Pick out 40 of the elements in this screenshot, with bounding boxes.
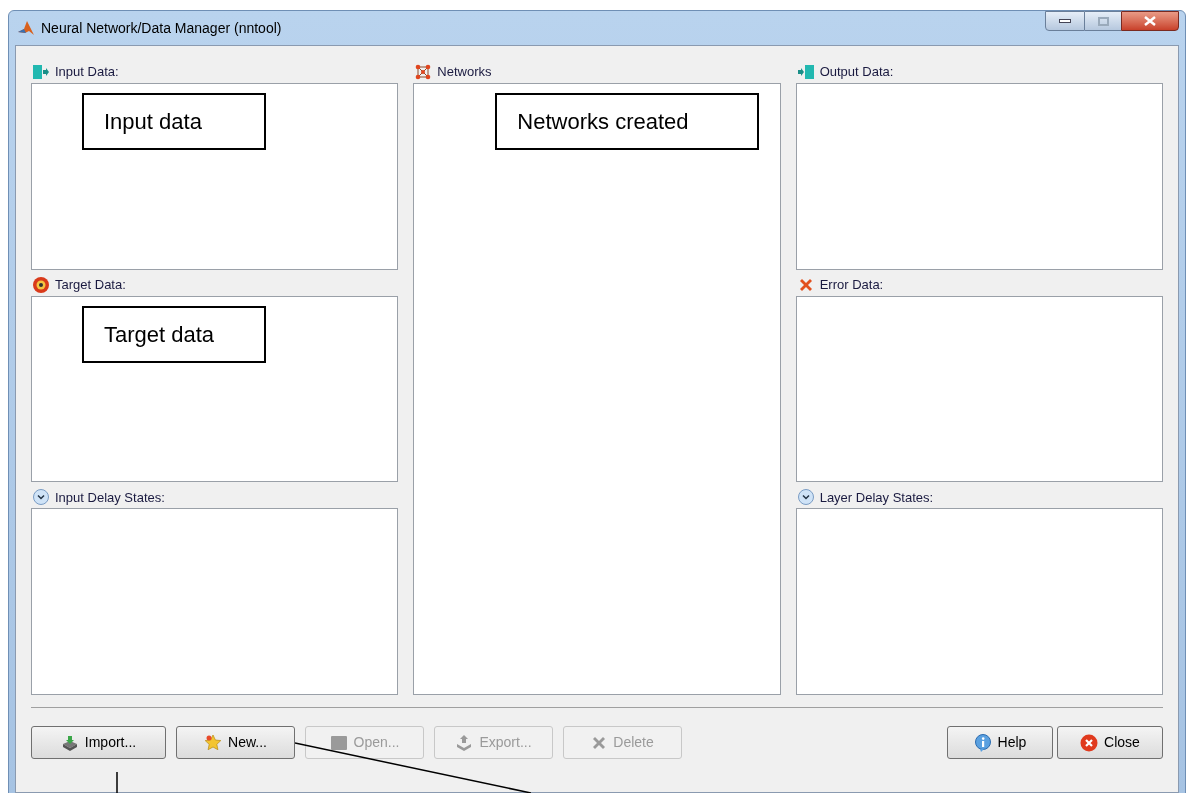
data-list[interactable] <box>795 83 1163 270</box>
leader-line <box>115 772 119 793</box>
panel-label: Input Delay States: <box>55 488 165 507</box>
data-list[interactable] <box>31 508 399 695</box>
panel-label: Output Data: <box>819 63 894 82</box>
callout-note: Input data <box>82 93 266 150</box>
window-title: Neural Network/Data Manager (nntool) <box>41 18 282 38</box>
panel-label: Error Data: <box>819 275 884 294</box>
info-icon <box>973 733 992 752</box>
toolbar-button[interactable]: New... <box>176 726 295 759</box>
data-list[interactable]: Target data <box>31 295 399 483</box>
data-list[interactable]: Input data <box>31 83 399 270</box>
close-button[interactable] <box>1121 11 1179 31</box>
panel-label: Target Data: <box>55 275 126 294</box>
star-icon <box>204 734 223 751</box>
door-arrow-icon <box>797 65 814 79</box>
toolbar-button[interactable]: Help <box>947 726 1053 759</box>
toolbar-button[interactable]: Import... <box>31 726 166 759</box>
close-icon <box>1080 733 1099 752</box>
close-icon <box>1144 16 1156 26</box>
chevron-circle-icon <box>33 489 49 506</box>
box-arrow-icon <box>455 734 474 751</box>
callout-note: Networks created <box>495 93 760 150</box>
data-list[interactable] <box>795 508 1163 695</box>
box-arrow-icon <box>60 734 79 751</box>
panel-label: Layer Delay States: <box>819 488 934 507</box>
chevron-circle-icon <box>797 489 814 506</box>
panel-label: Networks <box>437 63 492 82</box>
toolbar-button[interactable]: Close <box>1057 726 1163 759</box>
data-list[interactable]: Networks created <box>413 83 781 695</box>
cross-icon <box>591 734 608 751</box>
network-icon <box>415 64 432 80</box>
minimize-button[interactable] <box>1045 11 1085 31</box>
callout-note: Target data <box>82 305 266 363</box>
door-arrow-icon <box>33 65 49 79</box>
data-list[interactable] <box>795 295 1163 483</box>
target-icon <box>33 276 49 293</box>
app-logo-icon <box>17 20 35 36</box>
panel-label: Input Data: <box>55 63 119 82</box>
square-icon <box>329 734 348 751</box>
